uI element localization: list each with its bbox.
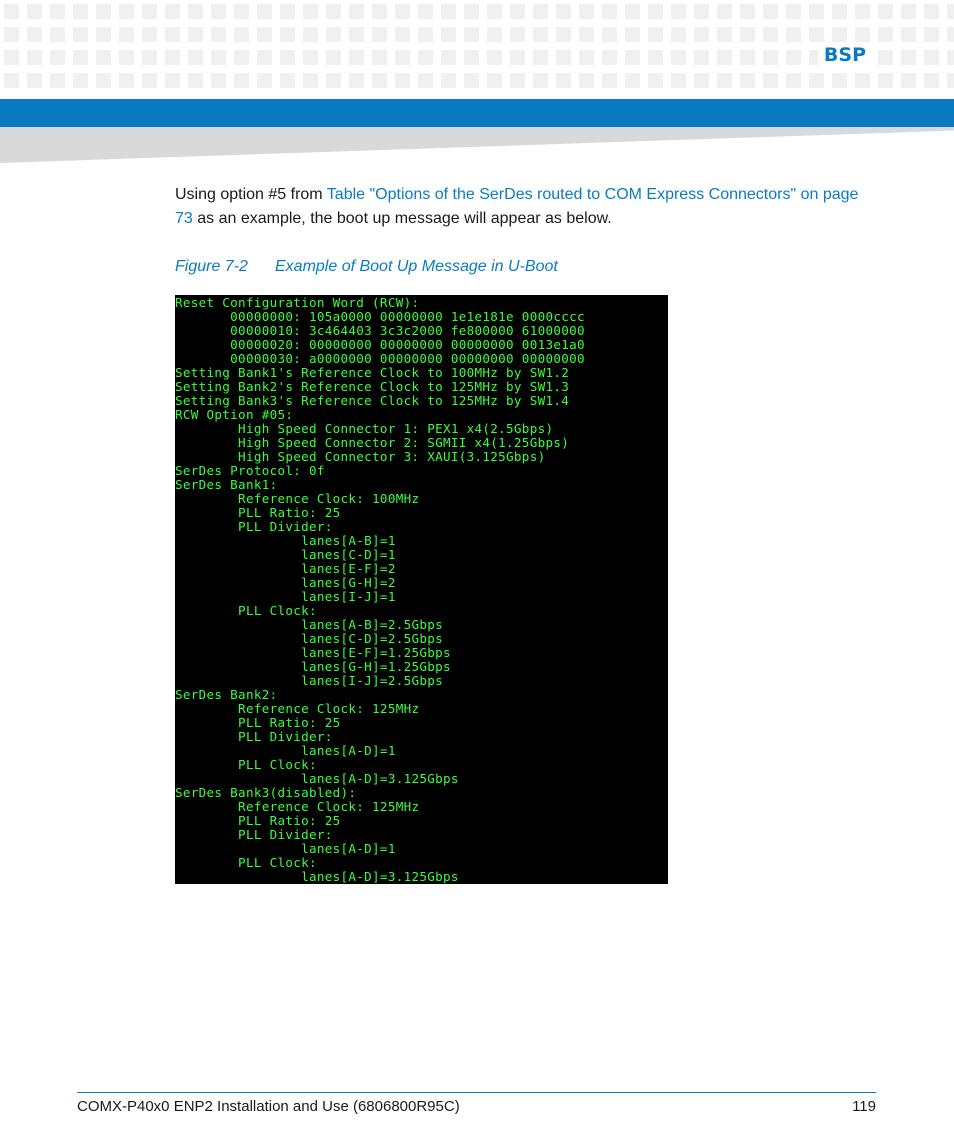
terminal-line: lanes[G-H]=1.25Gbps [301, 659, 451, 674]
terminal-line: Setting Bank2's Reference Clock to 125MH… [175, 379, 570, 394]
section-label: BSP [817, 44, 872, 66]
intro-text-before: Using option #5 from [175, 186, 327, 203]
header-blue-band [0, 99, 954, 127]
terminal-line: PLL Divider: [238, 827, 333, 842]
terminal-line: SerDes Bank2: [175, 687, 278, 702]
terminal-line: PLL Ratio: 25 [238, 715, 341, 730]
terminal-line: lanes[E-F]=2 [301, 561, 396, 576]
terminal-line: lanes[C-D]=1 [301, 547, 396, 562]
terminal-line: lanes[G-H]=2 [301, 575, 396, 590]
header-gray-wedge [0, 127, 954, 163]
terminal-line: Setting Bank1's Reference Clock to 100MH… [175, 365, 570, 380]
terminal-line: lanes[I-J]=2.5Gbps [301, 673, 443, 688]
terminal-line: 00000010: 3c464403 3c3c2000 fe800000 610… [230, 323, 585, 338]
terminal-line: lanes[A-D]=3.125Gbps [175, 869, 459, 884]
terminal-line: 00000000: 105a0000 00000000 1e1e181e 000… [230, 309, 585, 324]
terminal-line: PLL Ratio: 25 [238, 505, 341, 520]
terminal-line: High Speed Connector 1: PEX1 x4(2.5Gbps) [238, 421, 554, 436]
footer-page-number: 119 [852, 1098, 876, 1115]
header-pattern [0, 0, 954, 96]
figure-caption: Figure 7-2 Example of Boot Up Message in… [175, 258, 558, 276]
terminal-line: SerDes Protocol: 0f [175, 463, 325, 478]
header-dot-grid-mask [4, 4, 954, 96]
terminal-line: SerDes Bank3(disabled): [175, 785, 357, 800]
terminal-line: RCW Option #05: [175, 407, 294, 422]
terminal-line: High Speed Connector 3: XAUI(3.125Gbps) [238, 449, 546, 464]
terminal-line: lanes[A-B]=1 [301, 533, 396, 548]
terminal-line: SerDes Bank1: [175, 477, 278, 492]
terminal-line: lanes[A-B]=2.5Gbps [301, 617, 443, 632]
terminal-line: lanes[E-F]=1.25Gbps [301, 645, 451, 660]
terminal-line: Reference Clock: 100MHz [238, 491, 420, 506]
terminal-line: lanes[C-D]=2.5Gbps [301, 631, 443, 646]
terminal-line: Reference Clock: 125MHz [238, 701, 420, 716]
terminal-line: lanes[A-D]=1 [301, 743, 396, 758]
terminal-output: Reset Configuration Word (RCW): 00000000… [175, 296, 585, 884]
terminal-line: lanes[I-J]=1 [301, 589, 396, 604]
terminal-line: Setting Bank3's Reference Clock to 125MH… [175, 393, 570, 408]
figure-number: Figure 7-2 [175, 258, 248, 275]
terminal-line: Reset Configuration Word (RCW): [175, 295, 420, 310]
terminal-line: PLL Clock: [238, 603, 317, 618]
terminal-line: PLL Divider: [238, 519, 333, 534]
terminal-line: lanes[A-D]=3.125Gbps [301, 771, 459, 786]
terminal-line: lanes[A-D]=1 [301, 841, 396, 856]
terminal-line: PLL Ratio: 25 [238, 813, 341, 828]
figure-title: Example of Boot Up Message in U-Boot [275, 258, 558, 275]
terminal-line: PLL Clock: [238, 757, 317, 772]
intro-text-after: as an example, the boot up message will … [192, 210, 612, 227]
terminal-line: High Speed Connector 2: SGMII x4(1.25Gbp… [238, 435, 570, 450]
terminal-line: 00000020: 00000000 00000000 00000000 001… [230, 337, 585, 352]
terminal-line: 00000030: a0000000 00000000 00000000 000… [230, 351, 585, 366]
terminal-line: Reference Clock: 125MHz [238, 799, 420, 814]
terminal-line: PLL Clock: [238, 855, 317, 870]
intro-paragraph: Using option #5 from Table "Options of t… [175, 183, 880, 231]
terminal-line: PLL Divider: [238, 729, 333, 744]
terminal-screenshot: Reset Configuration Word (RCW): 00000000… [175, 295, 668, 884]
footer-rule [77, 1092, 876, 1093]
footer-document-title: COMX-P40x0 ENP2 Installation and Use (68… [77, 1098, 460, 1115]
